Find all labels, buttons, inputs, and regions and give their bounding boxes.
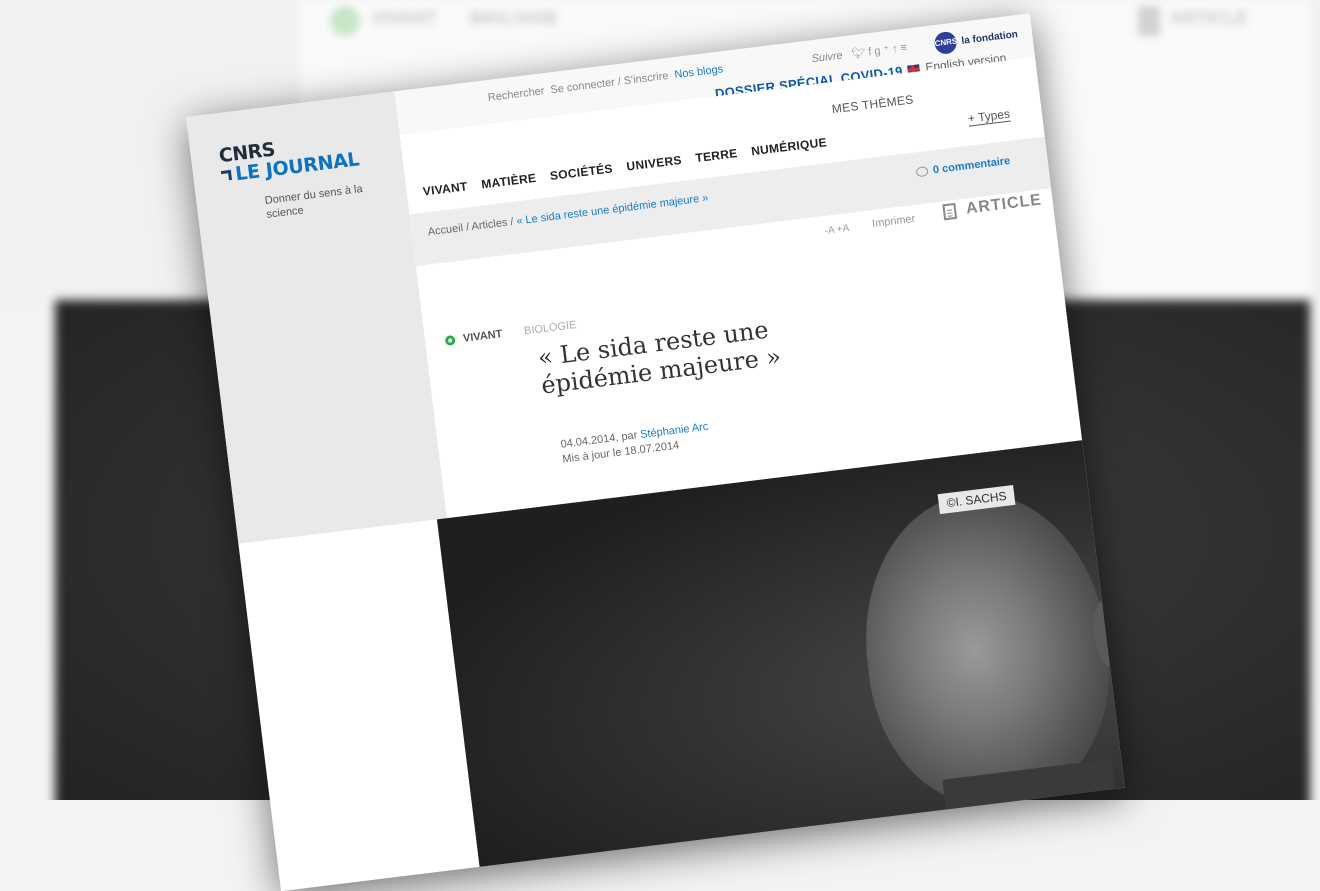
- comments-link[interactable]: 0 commentaire: [915, 154, 1011, 178]
- article-page-card: CNRS LE JOURNAL Donner du sens à la scie…: [186, 13, 1125, 891]
- nav-item-numerique[interactable]: NUMÉRIQUE: [750, 135, 827, 158]
- social-icons: 🐦︎fg⁺↑≡: [851, 41, 911, 60]
- breadcrumb-current: « Le sida reste une épidémie majeure »: [515, 192, 709, 228]
- article-photo: ©I. SACHS: [436, 409, 1125, 891]
- fondation-link[interactable]: CNRS la fondation: [933, 23, 1019, 56]
- print-button[interactable]: Imprimer: [871, 213, 916, 230]
- blogs-link[interactable]: Nos blogs: [674, 63, 724, 81]
- nav-item-terre[interactable]: TERRE: [695, 146, 739, 165]
- article-meta: 04.04.2014, par Stéphanie Arc Mis à jour…: [560, 420, 711, 468]
- types-toggle[interactable]: Types: [967, 106, 1011, 127]
- subcategory-link[interactable]: BIOLOGIE: [523, 319, 577, 337]
- category-link[interactable]: VIVANT: [462, 328, 503, 345]
- background-category-dot: [330, 6, 360, 36]
- search-link[interactable]: Rechercher: [487, 85, 545, 104]
- background-category: VIVANT: [372, 8, 437, 28]
- breadcrumb-articles[interactable]: Articles: [471, 217, 508, 233]
- font-size-control[interactable]: -A +A: [824, 223, 850, 237]
- nav-item-societes[interactable]: SOCIÉTÉS: [549, 161, 613, 183]
- follow-block: Suivre 🐦︎fg⁺↑≡: [811, 40, 911, 65]
- comments-count: 0 commentaire: [932, 154, 1011, 177]
- rss-icon[interactable]: ≡: [900, 41, 911, 54]
- follow-label: Suivre: [810, 49, 844, 66]
- author-link[interactable]: Stéphanie Arc: [640, 421, 709, 441]
- background-article-label: ARTICLE: [1170, 8, 1248, 28]
- background-doc-icon: [1138, 6, 1160, 36]
- nav-item-univers[interactable]: UNIVERS: [626, 153, 683, 174]
- document-icon: [942, 202, 958, 221]
- fondation-badge-icon: CNRS: [933, 30, 958, 56]
- fondation-label: la fondation: [960, 28, 1019, 47]
- nav-item-vivant[interactable]: VIVANT: [422, 179, 468, 198]
- mes-themes-link[interactable]: MES THÈMES: [831, 92, 914, 116]
- comment-bubble-icon: [915, 166, 929, 178]
- main-column: Rechercher Se connecter / S'inscrire Nos…: [394, 13, 1125, 891]
- tagline: Donner du sens à la science: [264, 183, 364, 221]
- category-dot-icon: [444, 334, 456, 347]
- article-title: « Le sida reste une épidémie majeure »: [536, 315, 783, 400]
- breadcrumb-home[interactable]: Accueil: [427, 222, 464, 238]
- portrait-neck: [942, 759, 1125, 891]
- cnrs-logo[interactable]: CNRS LE JOURNAL: [218, 130, 361, 186]
- twitter-icon[interactable]: 🐦︎: [851, 46, 869, 60]
- login-link[interactable]: Se connecter / S'inscrire: [550, 70, 669, 96]
- background-subcategory: BIOLOGIE: [470, 8, 559, 28]
- logo-corner-icon: [220, 169, 233, 182]
- google-plus-icon[interactable]: g⁺: [874, 43, 893, 57]
- nav-item-matiere[interactable]: MATIÈRE: [480, 171, 537, 192]
